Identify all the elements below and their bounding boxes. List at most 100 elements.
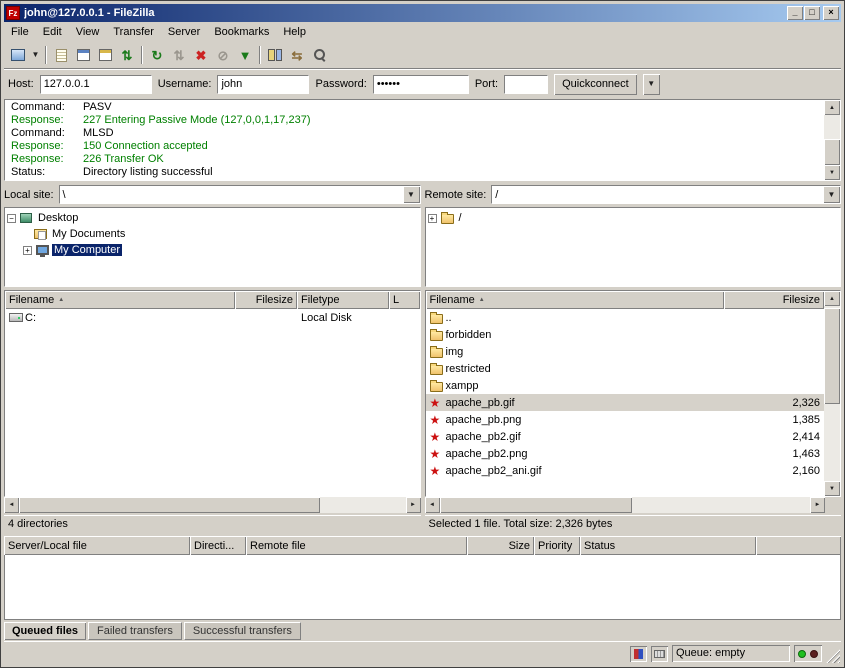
remote-file-row[interactable]: ★apache_pb.png 1,385	[426, 411, 825, 428]
local-horizontal-scrollbar[interactable]: ◄ ►	[4, 497, 421, 513]
scroll-right-icon[interactable]: ►	[406, 497, 421, 513]
column-header-filesize[interactable]: Filesize	[235, 291, 297, 309]
password-input[interactable]	[373, 75, 469, 94]
scrollbar-thumb[interactable]	[824, 308, 840, 404]
log-line: Command:MLSD	[11, 127, 824, 140]
remote-file-row[interactable]: forbidden	[426, 326, 825, 343]
toggle-message-log-button[interactable]	[50, 44, 72, 66]
remote-directory-tree[interactable]: + /	[425, 207, 842, 287]
column-header-direction[interactable]: Directi...	[190, 536, 246, 555]
queue-body[interactable]	[4, 555, 841, 620]
scrollbar-thumb[interactable]	[824, 139, 840, 165]
username-input[interactable]	[217, 75, 309, 94]
scroll-up-icon[interactable]: ▲	[824, 291, 840, 306]
menu-bookmarks[interactable]: Bookmarks	[207, 24, 276, 40]
remote-site-combo[interactable]: / ▼	[491, 185, 841, 204]
host-input[interactable]	[40, 75, 152, 94]
speed-limits-indicator[interactable]	[651, 646, 668, 662]
resize-grip[interactable]	[826, 649, 840, 663]
port-label: Port:	[475, 78, 498, 90]
collapse-icon[interactable]: −	[7, 214, 16, 223]
column-header-size[interactable]: Size	[467, 536, 534, 555]
site-manager-button[interactable]	[7, 44, 29, 66]
remote-file-row[interactable]: ★apache_pb2.png 1,463	[426, 445, 825, 462]
disconnect-button[interactable]: ⊘	[212, 44, 234, 66]
remote-list-rows[interactable]: .. forbidden img restricted	[426, 309, 825, 496]
scrollbar-thumb[interactable]	[440, 497, 633, 513]
titlebar[interactable]: Fz john@127.0.0.1 - FileZilla _ □ ×	[4, 4, 841, 22]
remote-file-row[interactable]: ★apache_pb2.gif 2,414	[426, 428, 825, 445]
remote-file-row-selected[interactable]: ★apache_pb.gif 2,326	[426, 394, 825, 411]
menu-file[interactable]: File	[4, 24, 36, 40]
transfer-type-indicator[interactable]	[630, 646, 647, 662]
toggle-queue-button[interactable]: ⇅	[116, 44, 138, 66]
menu-transfer[interactable]: Transfer	[106, 24, 161, 40]
scroll-down-icon[interactable]: ▼	[824, 481, 840, 496]
scroll-up-icon[interactable]: ▲	[824, 100, 840, 115]
site-manager-dropdown[interactable]: ▼	[29, 44, 42, 66]
sort-asc-icon: ▲	[479, 297, 485, 303]
tree-item-root[interactable]: + /	[428, 210, 839, 226]
tree-item-my-documents[interactable]: My Documents	[7, 226, 418, 242]
maximize-button[interactable]: □	[804, 6, 820, 20]
column-header-filename[interactable]: Filename▲	[426, 291, 725, 309]
scrollbar-thumb[interactable]	[19, 497, 320, 513]
find-files-button[interactable]	[308, 44, 330, 66]
toggle-remote-tree-button[interactable]	[94, 44, 116, 66]
process-queue-button[interactable]: ⇅	[168, 44, 190, 66]
synchronized-browsing-button[interactable]: ⇆	[286, 44, 308, 66]
quickconnect-button[interactable]: Quickconnect	[554, 74, 637, 95]
menu-view[interactable]: View	[69, 24, 107, 40]
remote-file-row[interactable]: restricted	[426, 360, 825, 377]
remote-file-row[interactable]: ..	[426, 309, 825, 326]
column-header-filename[interactable]: Filename▲	[5, 291, 235, 309]
local-list-rows[interactable]: C: Local Disk	[5, 309, 420, 496]
remote-file-row[interactable]: xampp	[426, 377, 825, 394]
remote-horizontal-scrollbar[interactable]: ◄ ►	[425, 497, 842, 513]
close-button[interactable]: ×	[823, 6, 839, 20]
directory-comparison-button[interactable]	[264, 44, 286, 66]
quickconnect-bar: Host: Username: Password: Port: Quickcon…	[4, 69, 841, 99]
remote-file-row[interactable]: ★apache_pb2_ani.gif 2,160	[426, 462, 825, 479]
menu-edit[interactable]: Edit	[36, 24, 69, 40]
menu-server[interactable]: Server	[161, 24, 207, 40]
remote-file-row[interactable]: img	[426, 343, 825, 360]
tab-queued-files[interactable]: Queued files	[4, 622, 86, 640]
cancel-operation-button[interactable]: ✖	[190, 44, 212, 66]
column-header-server-local-file[interactable]: Server/Local file	[4, 536, 190, 555]
minimize-button[interactable]: _	[787, 6, 803, 20]
column-header-status[interactable]: Status	[580, 536, 756, 555]
local-site-combo[interactable]: \ ▼	[59, 185, 421, 204]
queue-header: Server/Local file Directi... Remote file…	[4, 536, 841, 555]
refresh-button[interactable]: ↻	[146, 44, 168, 66]
expand-icon[interactable]: +	[428, 214, 437, 223]
remote-list-scrollbar[interactable]: ▲ ▼	[824, 291, 840, 496]
quickconnect-dropdown[interactable]: ▼	[643, 74, 660, 95]
column-header-filesize[interactable]: Filesize	[724, 291, 824, 309]
site-manager-icon	[11, 49, 25, 61]
log-lines[interactable]: Command:PASV Response:227 Entering Passi…	[5, 100, 824, 180]
tree-item-my-computer[interactable]: + My Computer	[7, 242, 418, 258]
scroll-right-icon[interactable]: ►	[810, 497, 825, 513]
column-header-filetype[interactable]: Filetype	[297, 291, 389, 309]
tab-successful-transfers[interactable]: Successful transfers	[184, 622, 301, 640]
toggle-local-tree-button[interactable]	[72, 44, 94, 66]
local-file-row[interactable]: C: Local Disk	[5, 309, 420, 326]
port-input[interactable]	[504, 75, 548, 94]
chevron-down-icon[interactable]: ▼	[823, 186, 840, 203]
column-header-priority[interactable]: Priority	[534, 536, 580, 555]
menu-help[interactable]: Help	[276, 24, 313, 40]
log-scrollbar[interactable]: ▲ ▼	[824, 100, 840, 180]
scroll-left-icon[interactable]: ◄	[4, 497, 19, 513]
tab-failed-transfers[interactable]: Failed transfers	[88, 622, 182, 640]
expand-icon[interactable]: +	[23, 246, 32, 255]
column-header-lastmodified[interactable]: L	[389, 291, 420, 309]
scroll-left-icon[interactable]: ◄	[425, 497, 440, 513]
column-header-remote-file[interactable]: Remote file	[246, 536, 467, 555]
scroll-down-icon[interactable]: ▼	[824, 165, 840, 180]
filter-button[interactable]: ▼	[234, 44, 256, 66]
local-directory-tree[interactable]: − Desktop My Documents + My Computer	[4, 207, 421, 287]
chevron-down-icon[interactable]: ▼	[403, 186, 420, 203]
tree-item-desktop[interactable]: − Desktop	[7, 210, 418, 226]
image-file-icon: ★	[430, 432, 441, 442]
